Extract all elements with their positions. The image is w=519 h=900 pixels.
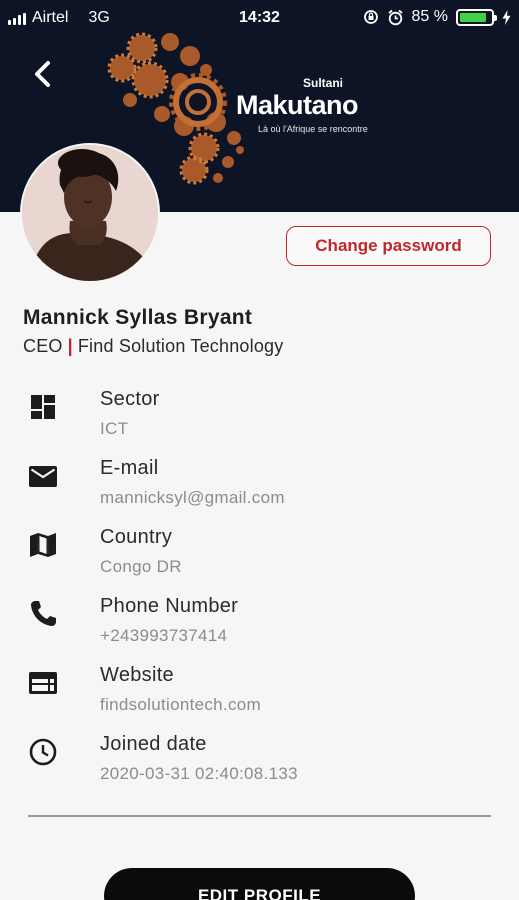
info-value: +243993737414 bbox=[100, 626, 228, 645]
info-item-phone: Phone Number +243993737414 bbox=[0, 595, 519, 655]
info-value: mannicksyl@gmail.com bbox=[100, 488, 285, 507]
info-item-website: Website findsolutiontech.com bbox=[0, 664, 519, 724]
battery-level bbox=[460, 12, 486, 22]
avatar-photo bbox=[22, 145, 158, 281]
info-label: Sector bbox=[100, 388, 160, 410]
web-icon bbox=[29, 672, 57, 694]
change-password-button[interactable]: Change password bbox=[286, 226, 491, 266]
mail-icon bbox=[29, 466, 57, 487]
edit-profile-button[interactable]: EDIT PROFILE bbox=[104, 868, 415, 900]
logo-tagline: Là où l'Afrique se rencontre bbox=[258, 124, 368, 134]
info-item-country: Country Congo DR bbox=[0, 526, 519, 586]
profile-name: Mannick Syllas Bryant bbox=[23, 306, 253, 329]
battery-percent: 85 % bbox=[411, 8, 448, 25]
info-value: Congo DR bbox=[100, 557, 182, 576]
rotation-lock-icon bbox=[363, 10, 378, 24]
info-label: E-mail bbox=[100, 457, 159, 479]
alarm-clock-icon bbox=[387, 9, 403, 25]
info-label: Website bbox=[100, 664, 174, 686]
network-type: 3G bbox=[88, 9, 110, 26]
clock-icon bbox=[29, 738, 57, 766]
phone-icon bbox=[31, 601, 56, 626]
profile-role: CEO bbox=[23, 336, 63, 356]
role-separator: | bbox=[67, 336, 73, 356]
info-value: ICT bbox=[100, 419, 129, 438]
info-label: Phone Number bbox=[100, 595, 239, 617]
map-icon bbox=[30, 533, 56, 557]
info-label: Country bbox=[100, 526, 173, 548]
info-value: 2020-03-31 02:40:08.133 bbox=[100, 764, 298, 783]
info-item-email: E-mail mannicksyl@gmail.com bbox=[0, 457, 519, 517]
info-label: Joined date bbox=[100, 733, 207, 755]
profile-avatar[interactable] bbox=[20, 143, 160, 283]
info-item-joined-date: Joined date 2020-03-31 02:40:08.133 bbox=[0, 733, 519, 793]
dashboard-icon bbox=[31, 395, 55, 419]
chevron-left-icon bbox=[35, 61, 50, 87]
profile-company: Find Solution Technology bbox=[77, 336, 284, 356]
info-item-sector: Sector ICT bbox=[0, 388, 519, 448]
signal-strength-icon bbox=[8, 11, 26, 25]
battery-icon bbox=[456, 8, 497, 26]
back-button[interactable] bbox=[26, 54, 60, 92]
info-value: findsolutiontech.com bbox=[100, 695, 261, 714]
logo-subtitle: Sultani bbox=[303, 76, 344, 90]
profile-role-line: CEO | Find Solution Technology bbox=[23, 336, 283, 357]
logo-title: Makutano bbox=[236, 90, 359, 120]
section-divider bbox=[28, 815, 491, 817]
carrier-name: Airtel bbox=[32, 9, 69, 26]
charging-bolt-icon bbox=[502, 9, 511, 25]
